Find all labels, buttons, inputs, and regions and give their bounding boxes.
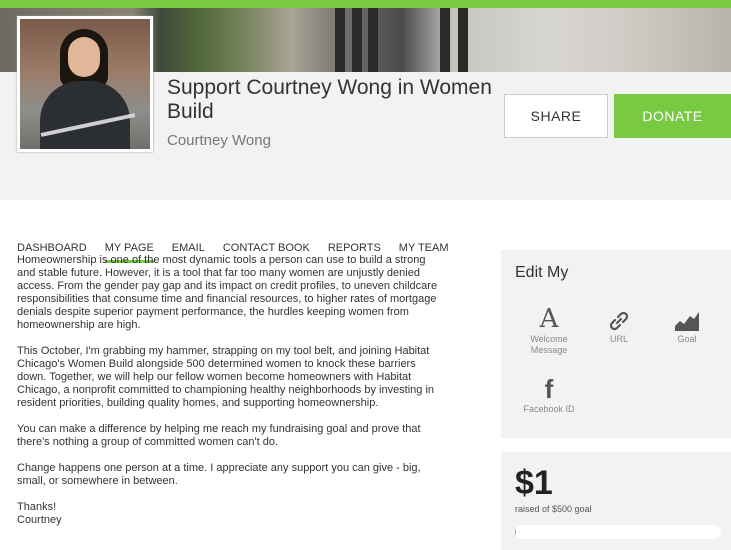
- edit-my-panel: Edit My A Welcome Message URL Goal f Fac…: [501, 250, 731, 438]
- welcome-message-icon: A: [539, 304, 559, 334]
- edit-facebook-id[interactable]: f Facebook ID: [519, 376, 579, 415]
- welcome-message-label: Welcome Message: [530, 334, 568, 355]
- banner-pillar: [352, 8, 362, 72]
- edit-welcome-message[interactable]: A Welcome Message: [519, 306, 579, 356]
- owner-name: Courtney Wong: [167, 132, 271, 149]
- edit-url[interactable]: URL: [589, 306, 649, 345]
- story-paragraph: Homeownership is one of the most dynamic…: [17, 254, 438, 331]
- banner-pillar: [335, 8, 345, 72]
- story-paragraph: You can make a difference by helping me …: [17, 423, 421, 448]
- amount-raised: $1: [515, 464, 553, 502]
- fundraising-story: Homeownership is one of the most dynamic…: [17, 254, 485, 527]
- banner-pillar: [440, 8, 450, 72]
- edit-panel-title: Edit My: [515, 264, 569, 281]
- story-paragraph: This October, I'm grabbing my hammer, st…: [17, 345, 435, 409]
- banner-pillar: [368, 8, 378, 72]
- goal-chart-icon: [657, 306, 717, 332]
- avatar[interactable]: [17, 16, 153, 152]
- story-signoff: Thanks! Courtney: [17, 501, 62, 526]
- share-button[interactable]: SHARE: [504, 94, 608, 138]
- goal-text: raised of $500 goal: [515, 504, 592, 514]
- page-title: Support Courtney Wong in Women Build: [167, 76, 492, 123]
- fundraising-progress-panel: $1 raised of $500 goal: [501, 452, 731, 550]
- progress-bar: [515, 525, 721, 539]
- facebook-id-label: Facebook ID: [523, 404, 575, 414]
- edit-goal[interactable]: Goal: [657, 306, 717, 345]
- banner-pillar: [458, 8, 468, 72]
- goal-label: Goal: [677, 334, 697, 344]
- url-label: URL: [609, 334, 628, 344]
- top-accent-bar: [0, 0, 731, 8]
- link-icon: [589, 306, 649, 332]
- donate-button[interactable]: DONATE: [614, 94, 731, 138]
- facebook-icon: f: [544, 374, 554, 404]
- story-paragraph: Change happens one person at a time. I a…: [17, 462, 421, 487]
